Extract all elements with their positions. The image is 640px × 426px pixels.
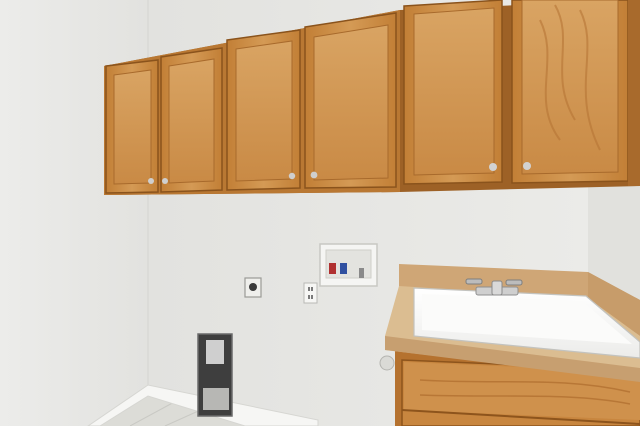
dryer-vent: [197, 333, 233, 417]
cabinet-door: [304, 12, 397, 189]
knob-icon: [288, 172, 296, 180]
wall-outlet: [303, 282, 318, 304]
dryer-outlet: [244, 277, 262, 298]
knob-icon: [489, 163, 497, 171]
faucet-handle-icon: [465, 278, 483, 285]
cabinet-door: [511, 0, 629, 184]
cabinet-door: [226, 29, 301, 191]
washer-box: [319, 243, 378, 287]
drain-cover-icon: [379, 355, 395, 371]
knob-icon: [310, 171, 318, 179]
laundry-room-photo: [0, 0, 640, 426]
knob-icon: [148, 178, 154, 184]
cabinet-door: [160, 47, 223, 193]
cabinet-door: [105, 59, 159, 194]
hot-valve-icon: [329, 263, 336, 274]
faucet-handle-icon: [505, 279, 523, 286]
cabinet-door: [403, 0, 503, 185]
knob-icon: [523, 162, 531, 170]
cold-valve-icon: [340, 263, 347, 274]
knob-icon: [162, 178, 168, 184]
